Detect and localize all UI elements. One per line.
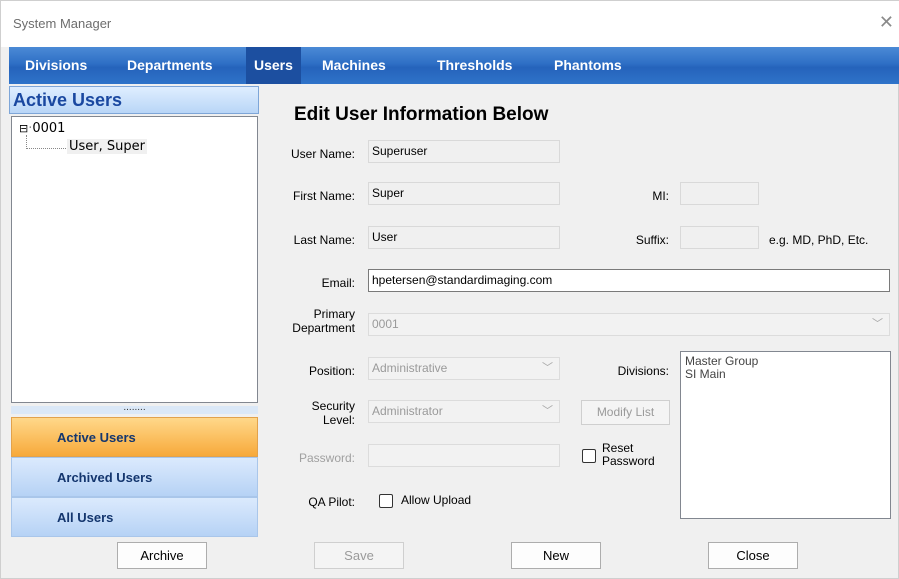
close-button[interactable]: Close xyxy=(708,542,798,569)
allow-upload-checkbox[interactable] xyxy=(379,494,393,508)
user-name-field[interactable]: Superuser xyxy=(368,140,560,163)
title-bar: System Manager ✕ xyxy=(1,1,899,47)
system-manager-window: System Manager ✕ Divisions Departments U… xyxy=(0,0,899,579)
tab-users[interactable]: Users xyxy=(246,47,301,84)
new-button[interactable]: New xyxy=(511,542,601,569)
password-field[interactable] xyxy=(368,444,560,467)
email-label: Email: xyxy=(321,276,355,290)
last-name-field[interactable]: User xyxy=(368,226,560,249)
divisions-label: Divisions: xyxy=(617,364,669,378)
primary-department-value: 0001 xyxy=(372,317,399,331)
chevron-down-icon: ﹀ xyxy=(542,405,553,417)
reset-password-checkbox[interactable] xyxy=(582,449,596,463)
divisions-list[interactable]: Master Group SI Main xyxy=(680,351,891,519)
tab-bar: Divisions Departments Users Machines Thr… xyxy=(9,47,899,84)
mi-field[interactable] xyxy=(680,182,759,205)
tree-connector xyxy=(26,148,66,149)
tab-thresholds[interactable]: Thresholds xyxy=(429,47,520,84)
security-level-label-line2: Level: xyxy=(322,413,355,427)
position-value: Administrative xyxy=(372,361,448,375)
collapse-icon[interactable]: ⊟ xyxy=(19,122,28,135)
tree-node-user[interactable]: User, Super xyxy=(67,139,147,154)
user-tree[interactable]: ⊟·0001 User, Super xyxy=(11,116,258,403)
position-select[interactable]: Administrative ﹀ xyxy=(368,357,560,380)
primary-department-select[interactable]: 0001 ﹀ xyxy=(368,313,890,336)
modify-list-button[interactable]: Modify List xyxy=(581,400,670,425)
chevron-down-icon: ﹀ xyxy=(872,318,883,330)
suffix-field[interactable] xyxy=(680,226,759,249)
allow-upload-label: Allow Upload xyxy=(401,493,472,507)
primary-department-label-line2: Department xyxy=(292,321,355,335)
first-name-label: First Name: xyxy=(292,189,355,203)
qa-pilot-label: QA Pilot: xyxy=(308,495,355,509)
first-name-field[interactable]: Super xyxy=(368,182,560,205)
tree-connector xyxy=(26,135,27,149)
reset-password-label: Reset Password xyxy=(602,442,655,468)
archive-button[interactable]: Archive xyxy=(117,542,207,569)
sidebar-header-title: Active Users xyxy=(13,90,123,110)
user-name-label: User Name: xyxy=(290,147,355,161)
password-label: Password: xyxy=(298,451,355,465)
tab-phantoms[interactable]: Phantoms xyxy=(546,47,630,84)
tree-root-label: 0001 xyxy=(32,121,66,136)
position-label: Position: xyxy=(308,364,355,378)
tab-departments[interactable]: Departments xyxy=(119,47,221,84)
users-sidebar: Active Users ⊟·0001 User, Super ........… xyxy=(9,86,260,541)
close-icon[interactable]: ✕ xyxy=(879,13,894,31)
primary-department-label: Primary Department xyxy=(271,307,355,335)
security-level-select[interactable]: Administrator ﹀ xyxy=(368,400,560,423)
suffix-label: Suffix: xyxy=(635,233,669,247)
email-field[interactable]: hpetersen@standardimaging.com xyxy=(368,269,890,292)
mi-label: MI: xyxy=(652,189,669,203)
form-title: Edit User Information Below xyxy=(294,104,549,125)
window-title: System Manager xyxy=(13,16,112,31)
nav-archived-users[interactable]: Archived Users xyxy=(11,457,258,497)
divisions-list-item[interactable]: SI Main xyxy=(685,368,886,381)
splitter-grip[interactable]: ........ xyxy=(11,403,258,414)
security-level-value: Administrator xyxy=(372,404,443,418)
nav-all-users[interactable]: All Users xyxy=(11,497,258,537)
tab-machines[interactable]: Machines xyxy=(314,47,394,84)
sidebar-header: Active Users xyxy=(9,86,259,114)
last-name-label: Last Name: xyxy=(293,233,355,247)
suffix-hint: e.g. MD, PhD, Etc. xyxy=(769,233,869,247)
security-level-label: Security Level: xyxy=(271,399,355,427)
security-level-label-line1: Security xyxy=(311,399,355,413)
chevron-down-icon: ﹀ xyxy=(542,362,553,374)
save-button[interactable]: Save xyxy=(314,542,404,569)
primary-department-label-line1: Primary xyxy=(313,307,355,321)
tree-node-root[interactable]: ⊟·0001 xyxy=(19,121,65,136)
reset-password-label-line2: Password xyxy=(602,454,655,468)
tab-divisions[interactable]: Divisions xyxy=(17,47,95,84)
nav-active-users[interactable]: Active Users xyxy=(11,417,258,457)
